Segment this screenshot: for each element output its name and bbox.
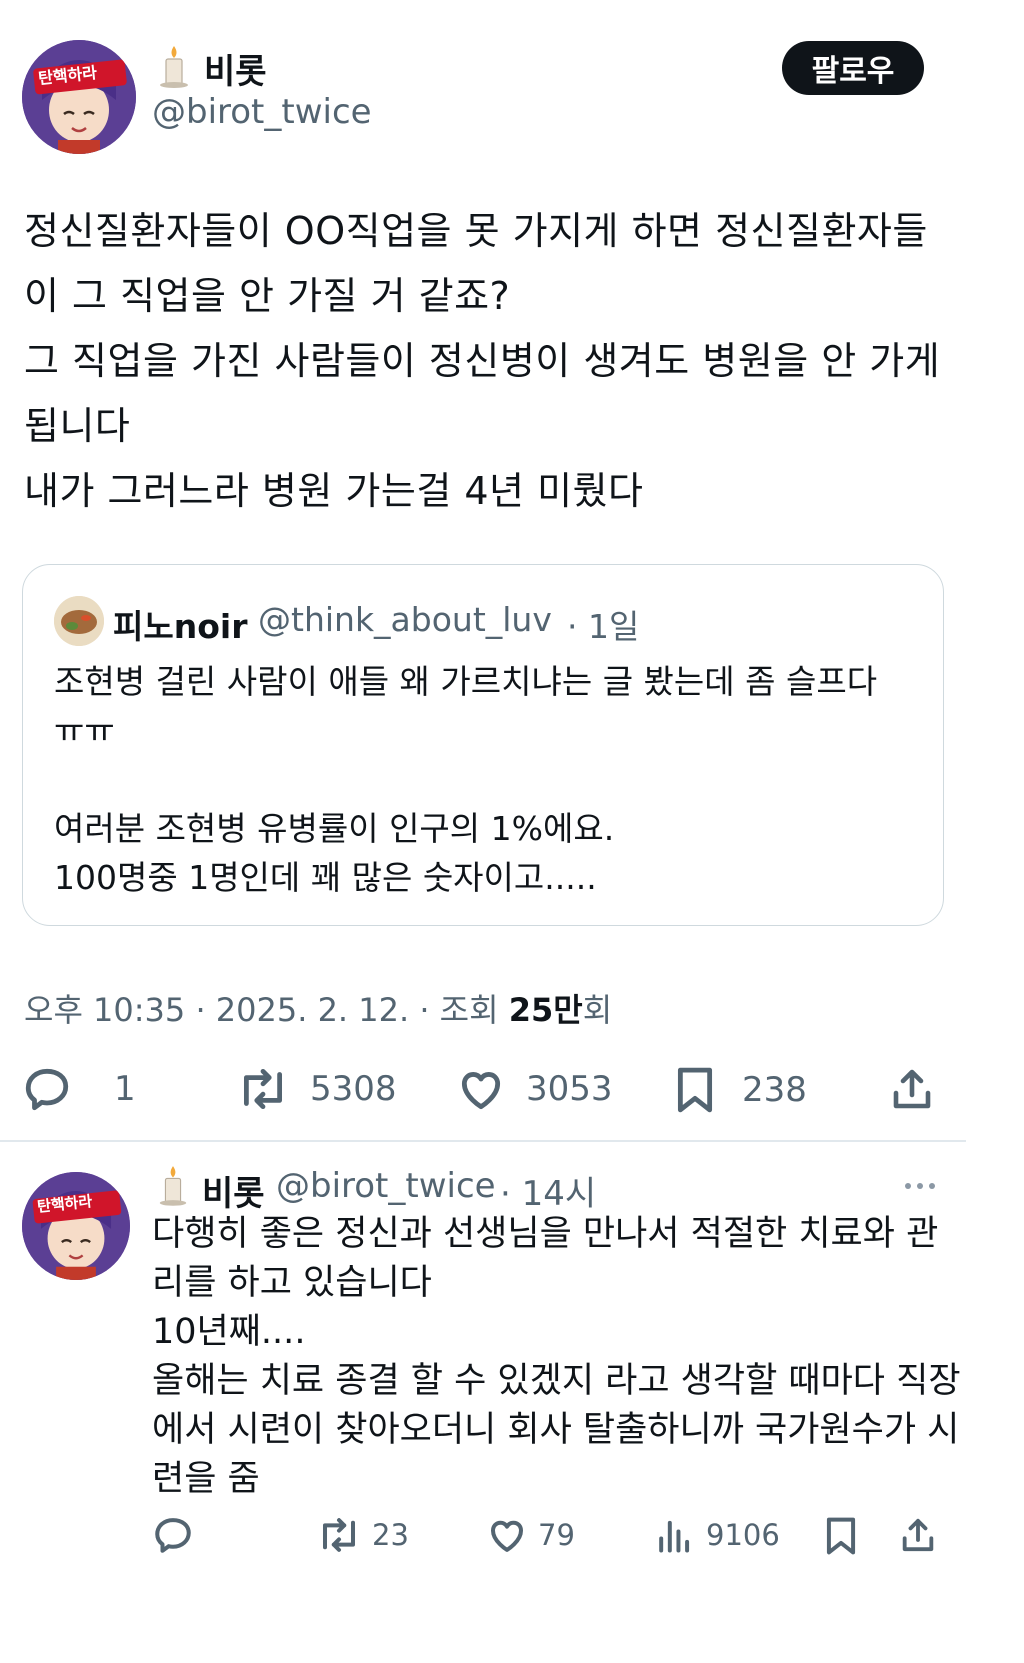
- tweet-timestamp: 오후 10:35 · 2025. 2. 12. · 조회 25만회: [24, 985, 612, 1031]
- like-count: 3053: [526, 1069, 613, 1109]
- reply-author-handle[interactable]: @birot_twice: [276, 1166, 496, 1206]
- bookmark-icon: [677, 1067, 713, 1113]
- follow-button[interactable]: 팔로우: [782, 41, 924, 95]
- quote-author-avatar[interactable]: [54, 596, 104, 646]
- retweet-count: 5308: [310, 1069, 397, 1109]
- like-button[interactable]: 3053: [456, 1064, 613, 1114]
- quoted-tweet[interactable]: 피노noir @think_about_luv · 1일 조현병 걸린 사람이 …: [22, 564, 944, 926]
- reply-like-count: 79: [538, 1518, 575, 1552]
- timestamp-text: 오후 10:35 · 2025. 2. 12. · 조회: [24, 991, 509, 1029]
- reply-share-button[interactable]: [898, 1514, 938, 1556]
- tweet-divider: [0, 1140, 966, 1142]
- share-icon: [902, 1518, 934, 1552]
- share-button[interactable]: [888, 1064, 936, 1114]
- reply-icon: [155, 1518, 191, 1553]
- heart-icon: [461, 1072, 501, 1110]
- candle-icon: [156, 1164, 190, 1210]
- reply-reply-button[interactable]: [152, 1514, 194, 1556]
- reply-text: 다행히 좋은 정신과 선생님을 만나서 적절한 치료와 관 리를 하고 있습니다…: [152, 1214, 961, 1499]
- food-image-icon: [54, 596, 104, 646]
- bookmark-button[interactable]: 238: [672, 1064, 807, 1116]
- share-icon: [893, 1069, 931, 1109]
- view-suffix: 회: [582, 991, 613, 1029]
- quote-time: · 1일: [567, 607, 640, 646]
- reply-author-avatar[interactable]: 탄핵하라: [22, 1172, 130, 1280]
- reply-author-name[interactable]: 비롯: [202, 1166, 265, 1215]
- bookmark-icon: [826, 1517, 856, 1555]
- candle-icon: [156, 44, 192, 92]
- heart-icon: [490, 1520, 524, 1552]
- author-handle[interactable]: @birot_twice: [152, 92, 372, 132]
- reply-view-count: 9106: [706, 1518, 780, 1552]
- avatar-image: [22, 40, 136, 154]
- retweet-icon: [243, 1068, 283, 1110]
- bookmark-count: 238: [742, 1070, 807, 1110]
- reply-count: 1: [114, 1069, 136, 1109]
- reply-views-button[interactable]: 9106: [656, 1514, 780, 1556]
- author-name[interactable]: 비롯: [204, 44, 267, 93]
- reply-icon: [25, 1068, 69, 1111]
- reply-retweet-count: 23: [372, 1518, 409, 1552]
- reply-button[interactable]: 1: [22, 1064, 136, 1114]
- quote-author-name[interactable]: 피노noir: [113, 600, 247, 648]
- more-options-icon[interactable]: [902, 1174, 938, 1202]
- retweet-icon: [322, 1518, 356, 1552]
- author-avatar[interactable]: 탄핵하라: [22, 40, 136, 154]
- avatar-image: [22, 1172, 130, 1280]
- reply-time: · 14시: [500, 1174, 597, 1214]
- retweet-button[interactable]: 5308: [236, 1064, 397, 1114]
- quote-text: 조현병 걸린 사람이 애들 왜 가르치냐는 글 봤는데 좀 슬프다 ㅠㅠ 여러분…: [54, 662, 878, 897]
- views-chart-icon: [659, 1520, 690, 1553]
- reply-bookmark-button[interactable]: [822, 1514, 860, 1558]
- quote-author-handle[interactable]: @think_about_luv: [258, 600, 552, 639]
- reply-retweet-button[interactable]: 23: [316, 1514, 409, 1556]
- view-count: 25만: [508, 991, 583, 1029]
- reply-like-button[interactable]: 79: [486, 1514, 575, 1556]
- tweet-text: 정신질환자들이 OO직업을 못 가지게 하면 정신질환자들 이 그 직업을 안 …: [24, 209, 941, 513]
